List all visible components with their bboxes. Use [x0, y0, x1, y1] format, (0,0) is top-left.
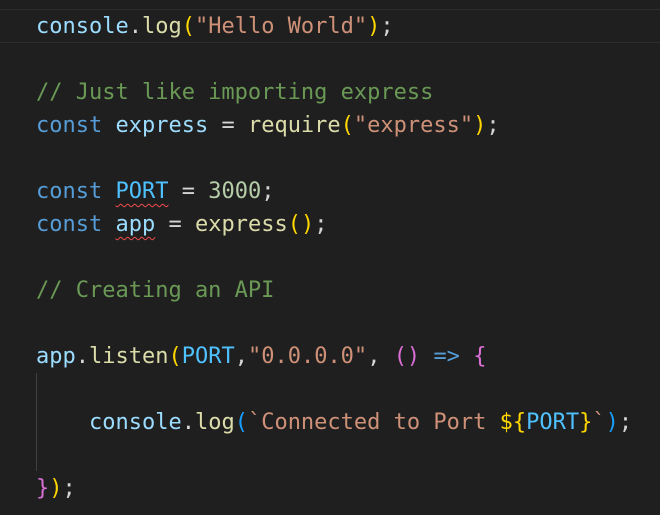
- token-operator: =: [208, 113, 248, 138]
- code-line-7[interactable]: const app = express();: [36, 208, 327, 241]
- token-punctuation: ;: [261, 179, 275, 204]
- token-bracket: (: [181, 14, 195, 39]
- token-keyword: const: [36, 113, 103, 138]
- token-identifier: console: [36, 14, 129, 39]
- token-bracket: (: [234, 410, 248, 435]
- code-line-1[interactable]: console.log("Hello World");: [36, 10, 394, 43]
- code-line-9[interactable]: // Creating an API: [36, 274, 274, 307]
- token-identifier: app: [36, 344, 76, 369]
- token-function: listen: [89, 344, 169, 369]
- token-punctuation: ;: [618, 410, 633, 435]
- token-punctuation: .: [181, 410, 195, 435]
- token-operator: =: [168, 179, 209, 204]
- token-template-open: ${: [499, 410, 527, 435]
- token-comment: // Just like importing express: [36, 80, 434, 105]
- code-editor[interactable]: console.log("Hello World"); // Just like…: [0, 0, 660, 515]
- code-line-4[interactable]: const express = require("express");: [36, 109, 500, 142]
- code-line-3[interactable]: // Just like importing express: [36, 76, 433, 109]
- code-line-6[interactable]: const PORT = 3000;: [36, 175, 274, 208]
- token-constant-warning[interactable]: PORT: [115, 179, 168, 204]
- token-punctuation: ;: [62, 476, 76, 501]
- token-bracket: ): [300, 212, 315, 237]
- token-identifier-warning[interactable]: app: [115, 212, 155, 237]
- token-bracket: ): [49, 476, 63, 501]
- token-punctuation: .: [75, 344, 89, 369]
- token-constant: PORT: [181, 344, 235, 369]
- token-keyword: const: [36, 179, 103, 204]
- code-line-15[interactable]: });: [36, 472, 76, 505]
- token-template-close: }: [579, 410, 593, 435]
- token-bracket: (: [287, 212, 301, 237]
- token-function: require: [247, 113, 341, 138]
- token-constant: PORT: [526, 410, 580, 435]
- token-brace: {: [473, 344, 487, 369]
- token-punctuation: ,: [234, 344, 248, 369]
- token-number: 3000: [208, 179, 262, 204]
- token-bracket: (): [393, 344, 421, 369]
- token-comment: // Creating an API: [36, 278, 275, 303]
- token-identifier: console: [88, 410, 182, 435]
- code-line-11[interactable]: app.listen(PORT,"0.0.0.0", () => {: [36, 340, 486, 373]
- token-bracket: ): [473, 113, 487, 138]
- token-function: log: [194, 410, 235, 435]
- token-arrow: =>: [433, 344, 460, 369]
- token-bracket: ): [367, 14, 381, 39]
- token-punctuation: .: [128, 14, 142, 39]
- code-line-13[interactable]: console.log(`Connected to Port ${PORT}`)…: [36, 406, 632, 439]
- token-operator: =: [155, 212, 195, 237]
- token-string: "express": [353, 113, 474, 138]
- token-keyword: const: [36, 212, 103, 237]
- token-brace: }: [36, 476, 50, 501]
- token-string: "0.0.0.0": [247, 344, 368, 369]
- token-bracket: (: [168, 344, 182, 369]
- token-template-string: `: [592, 410, 606, 435]
- token-string: "Hello World": [194, 14, 368, 39]
- token-punctuation: ;: [380, 14, 394, 39]
- token-identifier: express: [115, 113, 209, 138]
- token-bracket: ): [605, 410, 619, 435]
- token-template-string: `Connected to Port: [247, 410, 500, 435]
- token-punctuation: ,: [367, 344, 394, 369]
- token-function: log: [141, 14, 182, 39]
- token-punctuation: ;: [486, 113, 500, 138]
- token-bracket: (: [340, 113, 354, 138]
- token-punctuation: ;: [314, 212, 328, 237]
- token-function: express: [194, 212, 288, 237]
